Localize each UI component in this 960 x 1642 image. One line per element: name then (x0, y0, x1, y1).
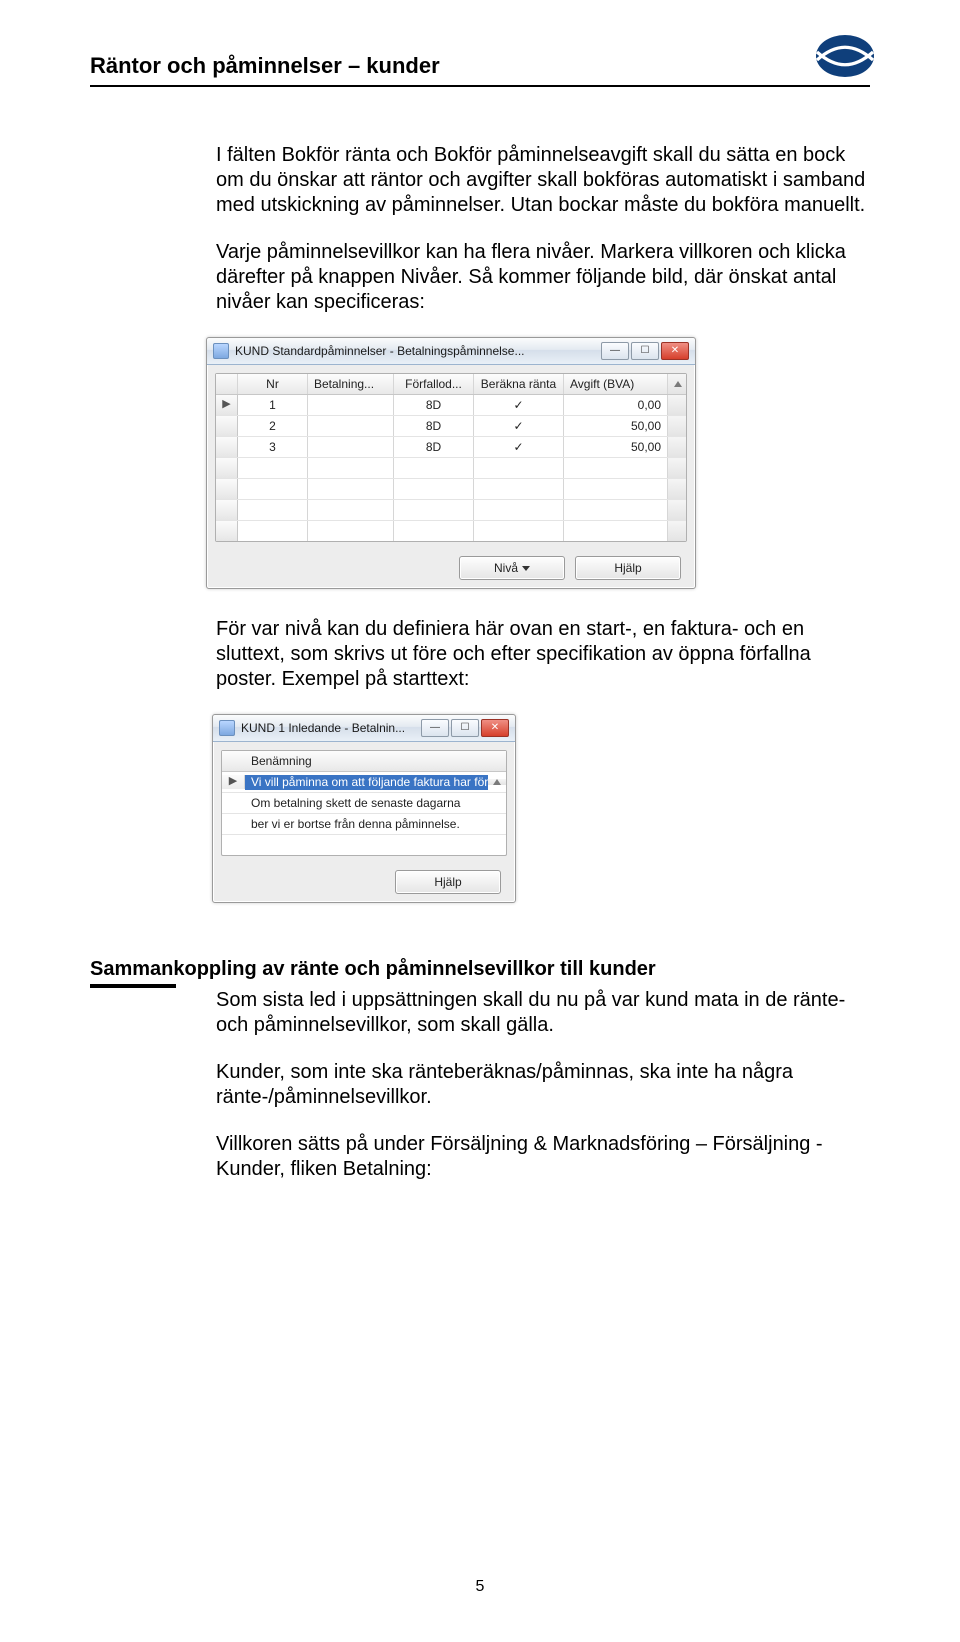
table-row[interactable]: ▶ Vi vill påminna om att följande faktur… (222, 772, 506, 793)
table-row[interactable]: Om betalning skett de senaste dagarna (222, 793, 506, 814)
help-button[interactable]: Hjälp (575, 556, 681, 580)
table-row[interactable]: 3 8D ✓ 50,00 (216, 437, 686, 458)
check-icon: ✓ (513, 398, 523, 413)
body-paragraph: Som sista led i uppsättningen skall du n… (216, 988, 870, 1038)
table-row[interactable] (216, 521, 686, 541)
dialog-titlebar[interactable]: KUND 1 Inledande - Betalnin... — ☐ ✕ (213, 715, 515, 742)
levels-grid[interactable]: Nr Betalning... Förfallod... Beräkna rän… (215, 373, 687, 542)
check-icon: ✓ (513, 440, 523, 455)
column-header[interactable]: Förfallod... (394, 374, 474, 394)
minimize-button[interactable]: — (421, 719, 449, 737)
body-paragraph: Kunder, som inte ska ränteberäknas/påmin… (216, 1060, 870, 1110)
table-row[interactable]: 2 8D ✓ 50,00 (216, 416, 686, 437)
body-paragraph: För var nivå kan du definiera här ovan e… (216, 617, 870, 692)
close-button[interactable]: ✕ (481, 719, 509, 737)
maximize-button[interactable]: ☐ (451, 719, 479, 737)
table-row[interactable] (216, 500, 686, 521)
maximize-button[interactable]: ☐ (631, 342, 659, 360)
button-label: Nivå (494, 561, 518, 576)
heading-underline (90, 984, 176, 988)
dialog-titlebar[interactable]: KUND Standardpåminnelser - Betalningspåm… (207, 338, 695, 365)
dialog-title: KUND Standardpåminnelser - Betalningspåm… (235, 344, 524, 359)
table-row[interactable] (216, 458, 686, 479)
levels-dialog: KUND Standardpåminnelser - Betalningspåm… (206, 337, 696, 589)
company-logo-icon (814, 33, 876, 79)
page-title: Räntor och påminnelser – kunder (90, 53, 440, 79)
table-row[interactable]: ▶ 1 8D ✓ 0,00 (216, 395, 686, 416)
scroll-up-icon[interactable] (674, 381, 682, 387)
section-heading: Sammankoppling av ränte och påminnelsevi… (90, 957, 870, 982)
column-header[interactable]: Avgift (BVA) (564, 374, 668, 394)
column-header[interactable]: Beräkna ränta (474, 374, 564, 394)
minimize-button[interactable]: — (601, 342, 629, 360)
dialog-title: KUND 1 Inledande - Betalnin... (241, 721, 405, 736)
column-header[interactable]: Benämning (245, 754, 318, 769)
help-button[interactable]: Hjälp (395, 870, 501, 894)
app-icon (219, 720, 235, 736)
table-row[interactable] (222, 835, 506, 855)
table-row[interactable] (216, 479, 686, 500)
body-paragraph: Varje påminnelsevillkor kan ha flera niv… (216, 240, 870, 315)
close-button[interactable]: ✕ (661, 342, 689, 360)
header-rule (90, 85, 870, 87)
scroll-up-icon[interactable] (493, 779, 501, 785)
page-number: 5 (0, 1578, 960, 1596)
starttext-dialog: KUND 1 Inledande - Betalnin... — ☐ ✕ Ben… (212, 714, 516, 903)
app-icon (213, 343, 229, 359)
chevron-down-icon (522, 566, 530, 571)
text-grid[interactable]: Benämning ▶ Vi vill påminna om att följa… (221, 750, 507, 856)
level-button[interactable]: Nivå (459, 556, 565, 580)
column-header[interactable]: Betalning... (308, 374, 394, 394)
check-icon: ✓ (513, 419, 523, 434)
body-paragraph: Villkoren sätts på under Försäljning & M… (216, 1132, 870, 1182)
table-row[interactable]: ber vi er bortse från denna påminnelse. (222, 814, 506, 835)
body-paragraph: I fälten Bokför ränta och Bokför påminne… (216, 143, 870, 218)
column-header[interactable]: Nr (238, 374, 308, 394)
